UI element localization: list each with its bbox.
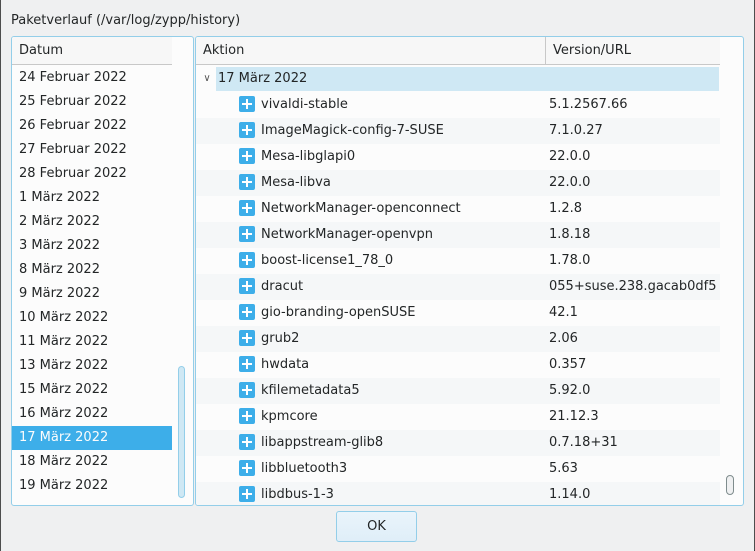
install-plus-icon	[239, 434, 255, 450]
install-plus-icon	[239, 304, 255, 320]
package-list[interactable]: vivaldi-stable 5.1.2567.66 ImageMagick-con…	[196, 92, 720, 505]
package-version: 7.1.0.27	[549, 123, 603, 138]
group-row-label: 17 März 2022	[218, 71, 308, 86]
date-list-scrollbar-thumb[interactable]	[178, 366, 185, 498]
column-header-action[interactable]: Aktion	[196, 37, 545, 65]
package-version: 0.7.18+31	[549, 435, 618, 450]
install-plus-icon	[239, 460, 255, 476]
collapse-arrow-icon[interactable]: ∨	[200, 67, 214, 91]
package-row[interactable]: boost-license1_78_0 1.78.0	[196, 248, 720, 274]
install-plus-icon	[239, 148, 255, 164]
package-version: 22.0.0	[549, 149, 591, 164]
date-list-item[interactable]: 3 März 2022	[12, 234, 172, 258]
package-version: 22.0.0	[549, 175, 591, 190]
date-list-item[interactable]: 2 März 2022	[12, 210, 172, 234]
package-name: grub2	[261, 331, 300, 346]
date-list-item[interactable]: 26 Februar 2022	[12, 114, 172, 138]
date-list-item[interactable]: 19 März 2022	[12, 474, 172, 498]
date-list-item[interactable]: 1 März 2022	[12, 186, 172, 210]
package-name: NetworkManager-openvpn	[261, 227, 433, 242]
date-list-item[interactable]: 9 März 2022	[12, 282, 172, 306]
package-name: Mesa-libglapi0	[261, 149, 356, 164]
date-list-item[interactable]: 11 März 2022	[12, 330, 172, 354]
package-version: 1.2.8	[549, 201, 583, 216]
package-row[interactable]: libbluetooth3 5.63	[196, 456, 720, 482]
package-row[interactable]: dracut 055+suse.238.gacab0df5	[196, 274, 720, 300]
date-list-item[interactable]: 27 Februar 2022	[12, 138, 172, 162]
group-row-date[interactable]: ∨ 17 März 2022	[203, 67, 719, 91]
date-list[interactable]: 24 Februar 2022 25 Februar 2022 26 Februar…	[12, 66, 172, 498]
install-plus-icon	[239, 252, 255, 268]
package-name: NetworkManager-openconnect	[261, 201, 461, 216]
date-list-item[interactable]: 16 März 2022	[12, 402, 172, 426]
package-row[interactable]: kpmcore 21.12.3	[196, 404, 720, 430]
install-plus-icon	[239, 382, 255, 398]
package-name: vivaldi-stable	[261, 97, 348, 112]
install-plus-icon	[239, 486, 255, 502]
install-plus-icon	[239, 96, 255, 112]
package-name: dracut	[261, 279, 304, 294]
install-plus-icon	[239, 200, 255, 216]
package-name: libbluetooth3	[261, 461, 348, 476]
package-row[interactable]: NetworkManager-openvpn 1.8.18	[196, 222, 720, 248]
package-name: Mesa-libva	[261, 175, 331, 190]
package-name: gio-branding-openSUSE	[261, 305, 416, 320]
package-row[interactable]: vivaldi-stable 5.1.2567.66	[196, 92, 720, 118]
package-version: 1.78.0	[549, 253, 591, 268]
package-row[interactable]: ImageMagick-config-7-SUSE 7.1.0.27	[196, 118, 720, 144]
package-name: libdbus-1-3	[261, 487, 334, 502]
install-plus-icon	[239, 122, 255, 138]
package-version: 0.357	[549, 357, 587, 372]
package-version: 5.63	[549, 461, 578, 476]
package-row[interactable]: kfilemetadata5 5.92.0	[196, 378, 720, 404]
install-plus-icon	[239, 356, 255, 372]
date-list-item[interactable]: 8 März 2022	[12, 258, 172, 282]
package-name: ImageMagick-config-7-SUSE	[261, 123, 444, 138]
package-row[interactable]: grub2 2.06	[196, 326, 720, 352]
package-version: 055+suse.238.gacab0df5	[549, 279, 717, 294]
package-version: 42.1	[549, 305, 578, 320]
dialog-title: Paketverlauf (/var/log/zypp/history)	[11, 13, 241, 28]
package-row[interactable]: hwdata 0.357	[196, 352, 720, 378]
install-plus-icon	[239, 278, 255, 294]
package-version: 1.14.0	[549, 487, 591, 502]
package-row[interactable]: NetworkManager-openconnect 1.2.8	[196, 196, 720, 222]
window-edge-left	[0, 0, 1, 551]
install-plus-icon	[239, 330, 255, 346]
package-row[interactable]: libappstream-glib8 0.7.18+31	[196, 430, 720, 456]
package-version: 5.1.2567.66	[549, 97, 628, 112]
date-list-item[interactable]: 17 März 2022	[12, 426, 172, 450]
date-list-item[interactable]: 13 März 2022	[12, 354, 172, 378]
package-name: boost-license1_78_0	[261, 253, 394, 268]
date-list-item[interactable]: 28 Februar 2022	[12, 162, 172, 186]
install-plus-icon	[239, 408, 255, 424]
column-header-version[interactable]: Version/URL	[546, 37, 720, 65]
package-name: kpmcore	[261, 409, 318, 424]
date-list-item[interactable]: 15 März 2022	[12, 378, 172, 402]
date-list-panel[interactable]: Datum 24 Februar 2022 25 Februar 2022 26 F…	[11, 36, 194, 506]
ok-button[interactable]: OK	[336, 511, 417, 542]
package-row[interactable]: Mesa-libva 22.0.0	[196, 170, 720, 196]
install-plus-icon	[239, 174, 255, 190]
package-version: 5.92.0	[549, 383, 591, 398]
package-row[interactable]: Mesa-libglapi0 22.0.0	[196, 144, 720, 170]
package-version: 21.12.3	[549, 409, 599, 424]
package-history-panel[interactable]: Aktion Version/URL ∨ 17 März 2022 vivald…	[195, 36, 744, 506]
package-row[interactable]: gio-branding-openSUSE 42.1	[196, 300, 720, 326]
date-list-item[interactable]: 18 März 2022	[12, 450, 172, 474]
date-list-item[interactable]: 25 Februar 2022	[12, 90, 172, 114]
date-list-item[interactable]: 10 März 2022	[12, 306, 172, 330]
package-version: 2.06	[549, 331, 578, 346]
date-column-header[interactable]: Datum	[12, 37, 172, 65]
package-name: hwdata	[261, 357, 310, 372]
package-version: 1.8.18	[549, 227, 591, 242]
package-name: kfilemetadata5	[261, 383, 360, 398]
package-row[interactable]: libdbus-1-3 1.14.0	[196, 482, 720, 505]
date-list-item[interactable]: 24 Februar 2022	[12, 66, 172, 90]
package-list-scrollbar-thumb[interactable]	[726, 475, 734, 495]
package-name: libappstream-glib8	[261, 435, 384, 450]
install-plus-icon	[239, 226, 255, 242]
